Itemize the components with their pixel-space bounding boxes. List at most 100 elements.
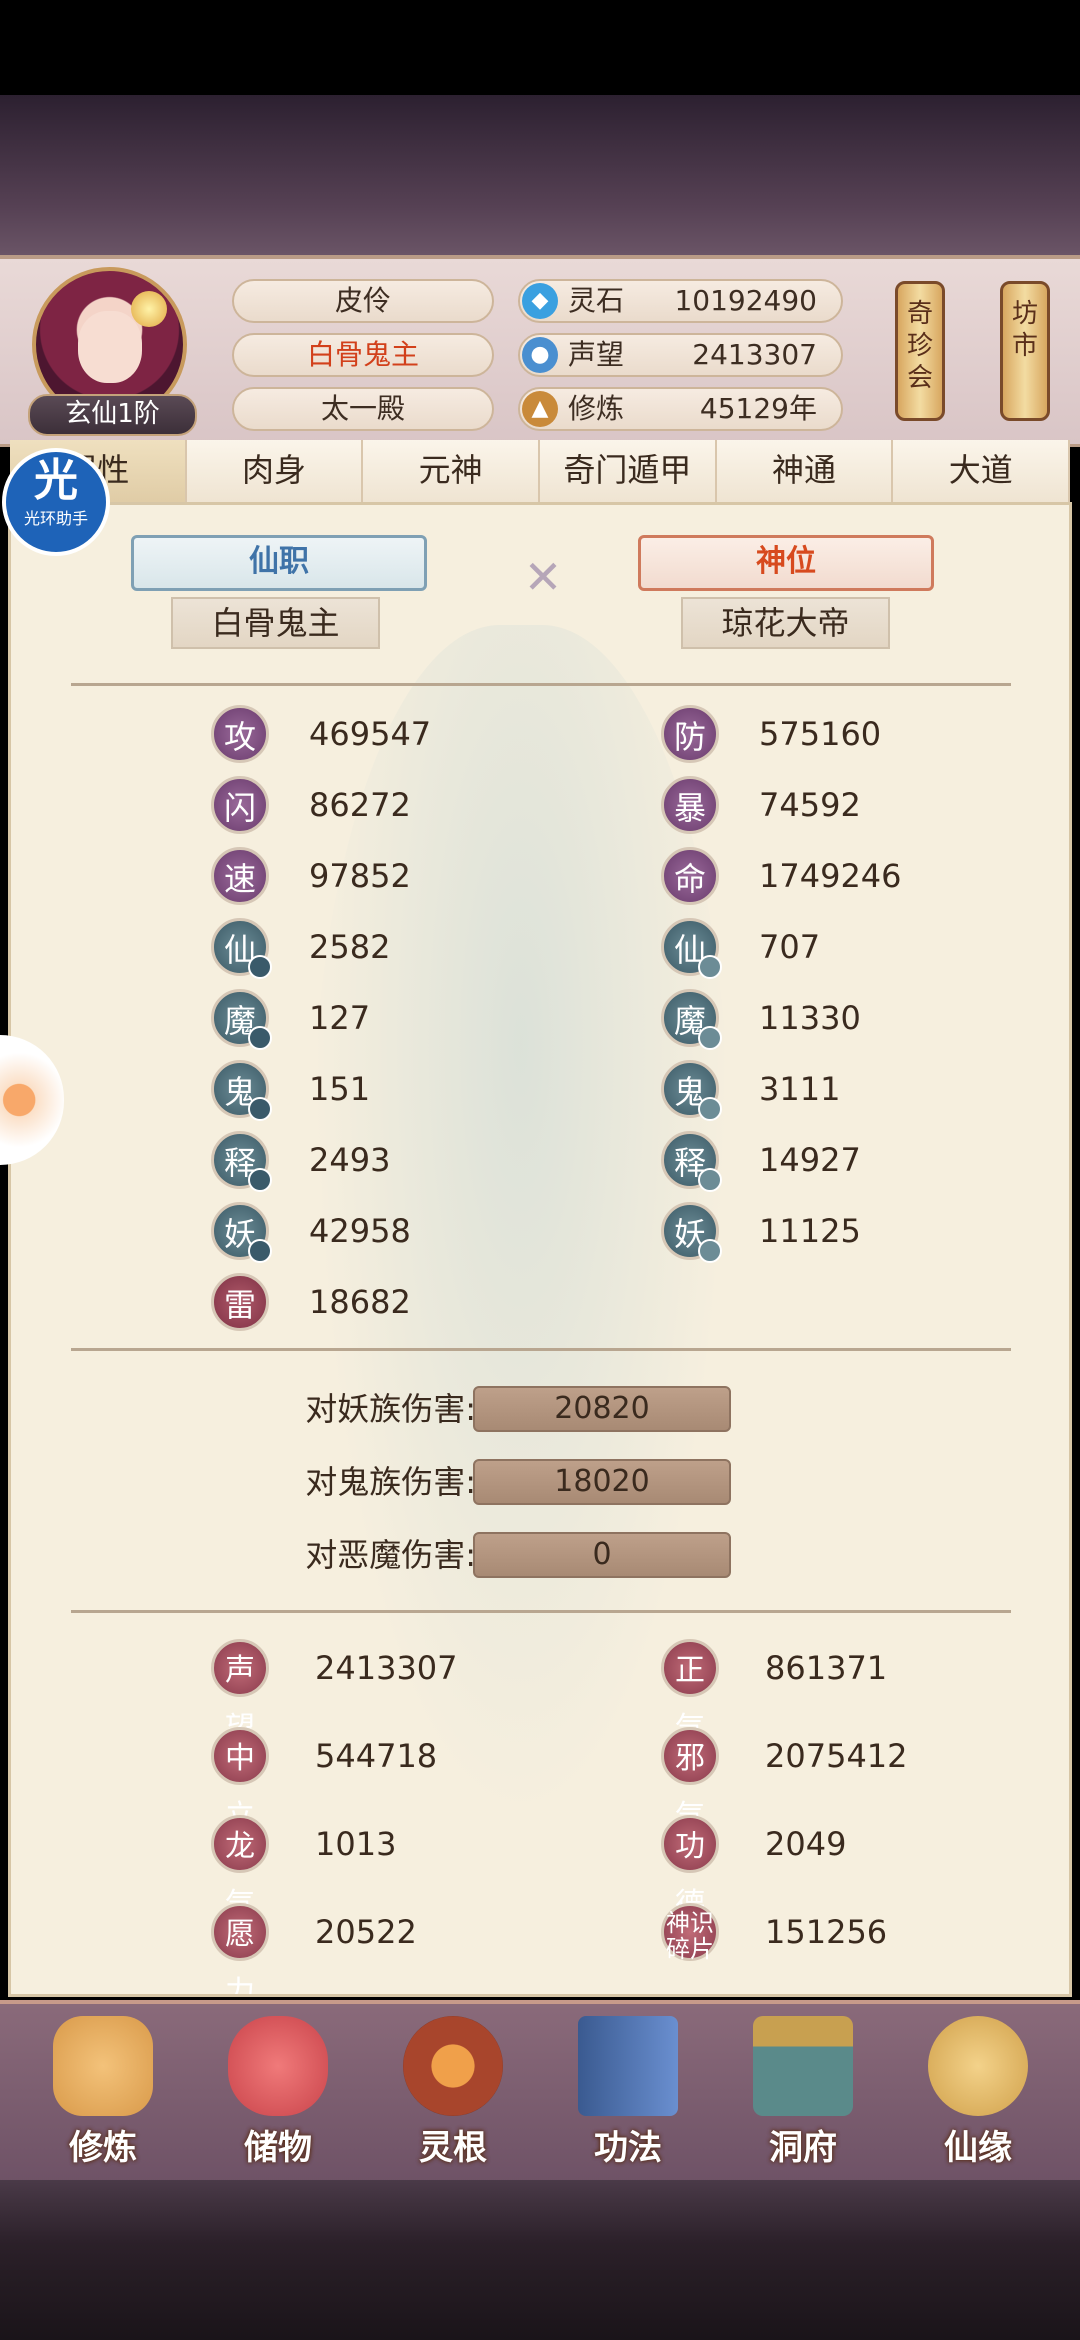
dodge-icon: 闪 — [211, 776, 269, 834]
reputation-icon: 声望 — [211, 1639, 269, 1746]
player-faction: 太一殿 — [232, 387, 494, 431]
stat-value: 42958 — [309, 1212, 411, 1250]
defense-mark-icon — [698, 1097, 722, 1121]
monster-defense-icon: 妖 — [661, 1202, 722, 1263]
nav-label: 修炼 — [69, 2128, 137, 2168]
damage-vs-ghost-label: 对鬼族伤害: — [305, 1463, 476, 1501]
nav-label: 功法 — [594, 2128, 662, 2168]
tab-spirit[interactable]: 元神 — [363, 440, 541, 502]
treasure-shop-button[interactable]: 奇珍会 — [895, 281, 945, 421]
stat-value: 1749246 — [759, 857, 902, 895]
defense-mark-icon — [698, 1168, 722, 1192]
attack-mark-icon — [248, 1026, 272, 1050]
speed-icon: 速 — [211, 847, 269, 905]
storage-bag-icon — [228, 2016, 328, 2116]
stat-value: 151256 — [765, 1913, 888, 1951]
nav-technique[interactable]: 功法 — [553, 2016, 703, 2176]
neutral-icon: 中立 — [211, 1727, 269, 1834]
bottom-navigation: 修炼 储物 灵根 功法 洞府 仙缘 — [0, 2000, 1080, 2184]
stat-value: 74592 — [759, 786, 861, 824]
immortal-defense-icon: 仙 — [661, 918, 722, 979]
ghost-defense-icon: 鬼 — [661, 1060, 722, 1121]
divine-rank-header: 神位 — [638, 535, 934, 591]
divine-rank-value[interactable]: 琼花大帝 — [681, 597, 890, 649]
wish-power-icon: 愿力 — [211, 1903, 269, 1994]
player-name: 皮伶 — [232, 279, 494, 323]
stat-value: 14927 — [759, 1141, 861, 1179]
spirit-root-icon — [403, 2016, 503, 2116]
guanghuan-label: 光环助手 — [23, 509, 88, 528]
status-bar — [0, 0, 1080, 95]
nav-label: 仙缘 — [944, 2128, 1012, 2168]
stat-value: 2413307 — [315, 1649, 458, 1687]
resource-label: 灵石 — [568, 284, 625, 317]
health-icon: 命 — [661, 847, 719, 905]
stat-value: 11330 — [759, 999, 861, 1037]
tab-qimen[interactable]: 奇门遁甲 — [540, 440, 717, 502]
stat-value: 20522 — [315, 1913, 417, 1951]
avatar-face — [78, 311, 142, 383]
nav-cave[interactable]: 洞府 — [728, 2016, 878, 2176]
stat-value: 575160 — [759, 715, 882, 753]
stat-value: 1013 — [315, 1825, 397, 1863]
stat-value: 544718 — [315, 1737, 438, 1775]
immortal-attack-icon: 仙 — [211, 918, 272, 979]
attack-mark-icon — [248, 955, 272, 979]
rank-badge: 玄仙1阶 — [28, 394, 197, 436]
nav-label: 洞府 — [769, 2128, 837, 2168]
flower-ornament-icon — [131, 291, 167, 327]
stat-value: 469547 — [309, 715, 432, 753]
damage-vs-ghost-value: 18020 — [473, 1459, 731, 1505]
ghost-attack-icon: 鬼 — [211, 1060, 272, 1121]
nav-spirit-root[interactable]: 灵根 — [378, 2016, 528, 2176]
crossed-swords-icon: ✕ — [523, 550, 563, 604]
spirit-stone-icon: ◆ — [522, 283, 558, 319]
section-divider — [71, 1348, 1011, 1351]
tab-abilities[interactable]: 神通 — [717, 440, 894, 502]
nav-storage[interactable]: 储物 — [203, 2016, 353, 2176]
demon-attack-icon: 魔 — [211, 989, 272, 1050]
guanghuan-assistant-badge[interactable]: 光 光环助手 — [2, 448, 110, 556]
player-title: 白骨鬼主 — [232, 333, 494, 377]
resource-reputation[interactable]: ● 声望 2413307 — [518, 333, 843, 377]
defense-icon: 防 — [661, 705, 719, 763]
attribute-panel: 仙职 白骨鬼主 ✕ 神位 琼花大帝 攻 469547 闪 86272 速 978… — [8, 502, 1072, 1997]
damage-vs-demon-value: 0 — [473, 1532, 731, 1578]
guanghuan-logo-icon: 光 — [34, 455, 78, 506]
defense-mark-icon — [698, 955, 722, 979]
meditation-icon: ▲ — [522, 391, 558, 427]
attribute-tabs: 属性 肉身 元神 奇门遁甲 神通 大道 — [10, 440, 1071, 504]
resource-cultivation[interactable]: ▲ 修炼 45129年 — [518, 387, 843, 431]
critical-icon: 暴 — [661, 776, 719, 834]
immortal-post-value[interactable]: 白骨鬼主 — [171, 597, 380, 649]
soul-fragment-icon: 神识碎片 — [661, 1903, 719, 1962]
reputation-drop-icon: ● — [522, 337, 558, 373]
resource-spirit-stone[interactable]: ◆ 灵石 10192490 — [518, 279, 843, 323]
dragon-qi-icon: 龙气 — [211, 1815, 269, 1922]
stat-value: 127 — [309, 999, 371, 1037]
stat-value: 2075412 — [765, 1737, 908, 1775]
monster-attack-icon: 妖 — [211, 1202, 272, 1263]
background-banner — [0, 95, 1080, 255]
stat-value: 3111 — [759, 1070, 841, 1108]
cave-dwelling-icon — [753, 2016, 853, 2116]
stat-value: 2582 — [309, 928, 391, 966]
demon-defense-icon: 魔 — [661, 989, 722, 1050]
merit-icon: 功德 — [661, 1815, 719, 1922]
stat-value: 18682 — [309, 1283, 411, 1321]
player-header: 玄仙1阶 皮伶 白骨鬼主 太一殿 ◆ 灵石 10192490 ● 声望 2413… — [0, 255, 1080, 447]
cultivate-icon — [53, 2016, 153, 2116]
nav-cultivate[interactable]: 修炼 — [28, 2016, 178, 2176]
evil-icon: 邪气 — [661, 1727, 719, 1834]
attack-mark-icon — [248, 1168, 272, 1192]
nav-label: 储物 — [244, 2128, 312, 2168]
stat-value: 2049 — [765, 1825, 847, 1863]
tab-body[interactable]: 肉身 — [187, 440, 364, 502]
tab-dao[interactable]: 大道 — [893, 440, 1071, 502]
defense-mark-icon — [698, 1026, 722, 1050]
damage-vs-demon-label: 对恶魔伤害: — [305, 1536, 476, 1574]
nav-destiny[interactable]: 仙缘 — [903, 2016, 1053, 2176]
buddha-defense-icon: 释 — [661, 1131, 722, 1192]
stat-value: 86272 — [309, 786, 411, 824]
market-button[interactable]: 坊市 — [1000, 281, 1050, 421]
